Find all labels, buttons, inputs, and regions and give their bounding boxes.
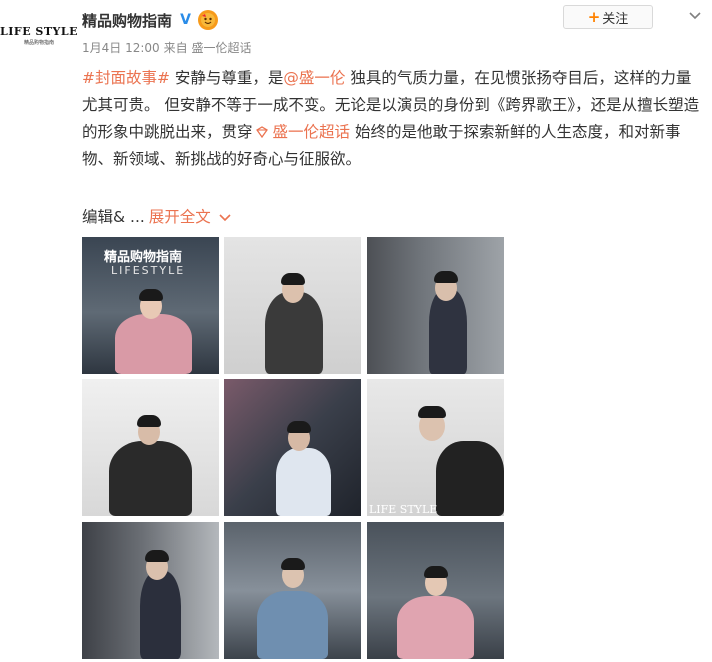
account-name[interactable]: 精品购物指南 — [82, 10, 172, 31]
expand-link[interactable]: 展开全文 — [149, 208, 211, 226]
plus-icon: + — [587, 8, 601, 26]
post-time[interactable]: 1月4日 12:00 — [82, 41, 160, 55]
super-topic-icon — [255, 126, 268, 138]
post-content: #封面故事# 安静与尊重，是@盛一伦 独具的气质力量，在见惯张扬夺目后，这样的力… — [82, 65, 704, 173]
photo-thumbnail[interactable] — [367, 522, 504, 659]
follow-label: 关注 — [602, 11, 629, 27]
cover-subtitle: LIFESTYLE — [111, 264, 186, 277]
photo-thumbnail[interactable] — [224, 379, 361, 516]
verified-mark: V — [180, 12, 191, 28]
post-source[interactable]: 来自 盛一伦超话 — [164, 41, 252, 55]
photo-thumbnail[interactable] — [367, 237, 504, 374]
photo-thumbnail[interactable]: LIFE STYLE — [367, 379, 504, 516]
chevron-down-icon[interactable] — [219, 213, 231, 223]
verified-icon: V — [178, 12, 194, 28]
photo-thumbnail[interactable] — [224, 237, 361, 374]
photo-thumbnail[interactable] — [82, 379, 219, 516]
post-header: 精品购物指南 V — [82, 8, 219, 32]
follow-button[interactable]: + 关注 — [563, 5, 653, 29]
post-text-part: 安静与尊重，是 — [169, 69, 284, 87]
chevron-down-icon[interactable] — [688, 9, 702, 23]
avatar[interactable]: LIFE STYLE 精品购物指南 — [0, 10, 78, 60]
photo-thumbnail[interactable]: 精品购物指南 LIFESTYLE — [82, 237, 219, 374]
mention-link[interactable]: @盛一伦 — [283, 69, 345, 87]
truncated-text: 编辑& ... — [82, 208, 145, 226]
watermark-text: LIFE STYLE — [369, 503, 438, 516]
avatar-logo-subtext: 精品购物指南 — [23, 39, 54, 46]
super-topic-link[interactable]: 盛一伦超话 — [273, 123, 351, 141]
cover-title: 精品购物指南 — [104, 250, 183, 265]
post-meta: 1月4日 12:00 来自 盛一伦超话 — [82, 39, 252, 56]
photo-thumbnail[interactable] — [82, 522, 219, 659]
photo-thumbnail[interactable] — [224, 522, 361, 659]
hashtag-link[interactable]: #封面故事# — [82, 69, 170, 87]
avatar-logo-text: LIFE STYLE — [0, 24, 79, 38]
member-badge-icon[interactable] — [198, 10, 219, 30]
expand-row: 编辑& ... 展开全文 — [82, 205, 231, 227]
